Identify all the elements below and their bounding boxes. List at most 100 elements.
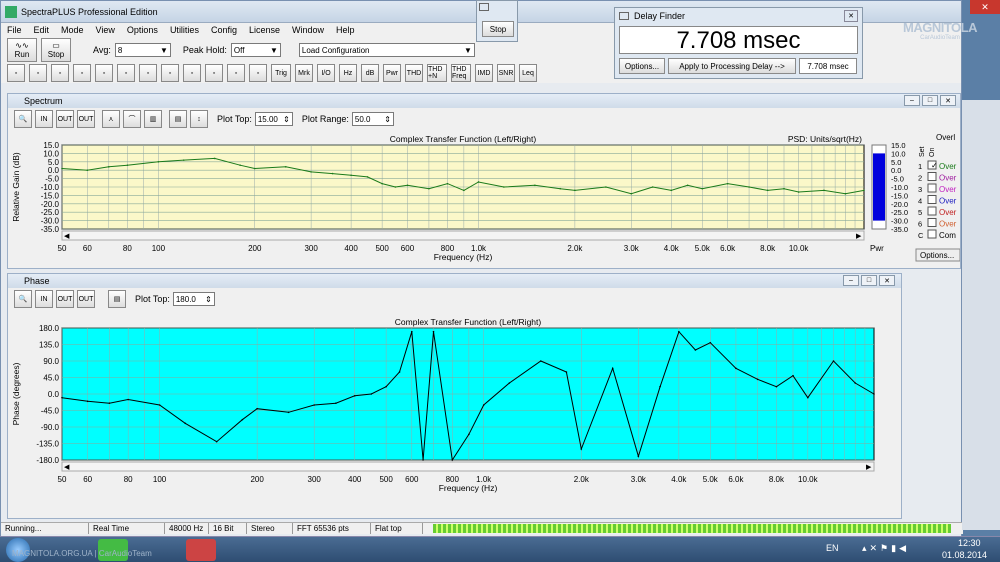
overlay-label[interactable]: Com	[939, 231, 956, 240]
clock-time[interactable]: 12:30	[958, 538, 981, 548]
apply-delay-button[interactable]: Apply to Processing Delay -->	[668, 58, 796, 74]
tool-leq-button[interactable]: Leq	[519, 64, 537, 82]
plot-range-input[interactable]: 50.0 ⇕	[351, 112, 394, 126]
data-point	[398, 371, 401, 373]
plot-top-input[interactable]: 180.0 ⇕	[172, 292, 215, 306]
peak-hold-select[interactable]: Off ▼	[230, 43, 281, 57]
phase-plot[interactable]: 180.0 135.0 90.0 45.0 0.0 -45.0 -90.0 -135.0 -18…	[10, 312, 900, 518]
print-icon[interactable]: ▫	[73, 64, 91, 82]
peak-icon[interactable]: ⋏	[102, 110, 120, 128]
zoom-icon[interactable]: 🔍	[14, 290, 32, 308]
wave-icon[interactable]: ▫	[117, 64, 135, 82]
delay-finder-window: Delay Finder ✕ 7.708 msec Options... App…	[614, 7, 863, 79]
menu-item-mode[interactable]: Mode	[61, 25, 84, 35]
status-field: Stereo	[247, 523, 293, 534]
menu-item-edit[interactable]: Edit	[34, 25, 50, 35]
overlay-label[interactable]: Over	[939, 197, 957, 206]
cursor-icon[interactable]: ↕	[190, 110, 208, 128]
overlay-icon[interactable]: ▤	[108, 290, 126, 308]
menu-item-license[interactable]: License	[249, 25, 280, 35]
avg-select[interactable]: 8 ▼	[114, 43, 171, 57]
bars-icon[interactable]: ▥	[144, 110, 162, 128]
zoom-in-x-icon[interactable]: IN	[35, 290, 53, 308]
menu-item-options[interactable]: Options	[127, 25, 158, 35]
plot-top-input[interactable]: 15.00 ⇕	[254, 112, 293, 126]
overlay-checkbox[interactable]	[927, 229, 937, 239]
overlay-label[interactable]: Over	[939, 174, 957, 183]
load-config-select[interactable]: Load Configuration ▼	[298, 43, 475, 57]
data-point	[215, 440, 218, 443]
filter-icon[interactable]: ▫	[139, 64, 157, 82]
horizontal-scrollbar[interactable]	[61, 230, 865, 241]
scroll-left-icon[interactable]: ◀	[64, 233, 70, 240]
tool-pwr-button[interactable]: Pwr	[383, 64, 401, 82]
close-icon[interactable]: ✕	[940, 95, 956, 106]
tool-thd-n-button[interactable]: THD +N	[427, 64, 447, 82]
overlay-icon[interactable]: ▤	[169, 110, 187, 128]
overlay-checkbox[interactable]	[927, 206, 937, 216]
overlay-label[interactable]: Over	[939, 162, 957, 171]
close-icon[interactable]: ✕	[879, 275, 895, 286]
open-icon[interactable]: ▫	[29, 64, 47, 82]
minimize-icon[interactable]: –	[843, 275, 859, 286]
tool-mrk-button[interactable]: Mrk	[295, 64, 313, 82]
desktop-close-icon[interactable]: ✕	[970, 0, 1000, 14]
delay-icon[interactable]: ▫	[249, 64, 267, 82]
gen-icon[interactable]: ▫	[183, 64, 201, 82]
overlay-checkbox[interactable]	[927, 218, 937, 227]
menu-item-utilities[interactable]: Utilities	[170, 25, 199, 35]
tool-thd-button[interactable]: THD	[405, 64, 423, 82]
taskbar-app-icon[interactable]	[186, 539, 216, 561]
data-point	[86, 169, 89, 171]
horizontal-scrollbar[interactable]	[61, 461, 875, 472]
spectrum-plot[interactable]: 15.010.05.00.0-5.0-10.0-15.0-20.0-25.0-3…	[10, 132, 960, 268]
language-indicator[interactable]: EN	[826, 543, 839, 553]
tool-hz-button[interactable]: Hz	[339, 64, 357, 82]
minimize-icon[interactable]: –	[904, 95, 920, 106]
scroll-right-icon[interactable]: ▶	[856, 233, 862, 240]
tool-snr-button[interactable]: SNR	[497, 64, 515, 82]
tool-i-o-button[interactable]: I/O	[317, 64, 335, 82]
menu-item-file[interactable]: File	[7, 25, 22, 35]
calibrate-icon[interactable]: ▫	[205, 64, 223, 82]
delay-field[interactable]: 7.708 msec	[799, 58, 857, 74]
zoom-out-y-icon[interactable]: OUT	[77, 110, 95, 128]
axis-icon[interactable]: ▫	[227, 64, 245, 82]
overlay-checkbox[interactable]	[927, 172, 937, 181]
signal-icon[interactable]: ▫	[95, 64, 113, 82]
zoom-in-x-icon[interactable]: IN	[35, 110, 53, 128]
run-button[interactable]: ∿∿ Run	[7, 38, 37, 62]
maximize-icon[interactable]: □	[922, 95, 938, 106]
menu-item-config[interactable]: Config	[211, 25, 237, 35]
stop-button[interactable]: ▭ Stop	[41, 38, 71, 62]
menu-item-help[interactable]: Help	[336, 25, 355, 35]
tool-imd-button[interactable]: IMD	[475, 64, 493, 82]
menu-item-view[interactable]: View	[96, 25, 115, 35]
overlay-checkbox[interactable]	[927, 195, 937, 204]
menu-item-window[interactable]: Window	[292, 25, 324, 35]
zoom-out-x-icon[interactable]: OUT	[56, 110, 74, 128]
overlay-label[interactable]: Over	[939, 208, 957, 217]
line-icon[interactable]: ⌒	[123, 110, 141, 128]
overlay-label[interactable]: Over	[939, 220, 957, 229]
maximize-icon[interactable]: □	[861, 275, 877, 286]
overlay-checkbox[interactable]	[927, 183, 937, 193]
on-label: On	[929, 148, 936, 157]
zoom-icon[interactable]: 🔍	[14, 110, 32, 128]
options-button[interactable]: Options...	[619, 58, 665, 74]
zoom-out-y-icon[interactable]: OUT	[77, 290, 95, 308]
overlay-label[interactable]: Over	[939, 185, 957, 194]
new-icon[interactable]: ▫	[7, 64, 25, 82]
zoom-out-x-icon[interactable]: OUT	[56, 290, 74, 308]
x-tick-label: 3.0k	[631, 475, 647, 484]
scroll-left-icon[interactable]: ◀	[64, 464, 70, 471]
weight-icon[interactable]: ▫	[161, 64, 179, 82]
tool-trig-button[interactable]: Trig	[271, 64, 291, 82]
tool-thd-freq-button[interactable]: THD Freq	[451, 64, 471, 82]
clock-date[interactable]: 01.08.2014	[942, 550, 987, 560]
tool-db-button[interactable]: dB	[361, 64, 379, 82]
save-icon[interactable]: ▫	[51, 64, 69, 82]
popup-stop-button[interactable]: Stop	[482, 21, 514, 37]
scroll-right-icon[interactable]: ▶	[866, 464, 872, 471]
close-icon[interactable]: ✕	[844, 10, 858, 22]
